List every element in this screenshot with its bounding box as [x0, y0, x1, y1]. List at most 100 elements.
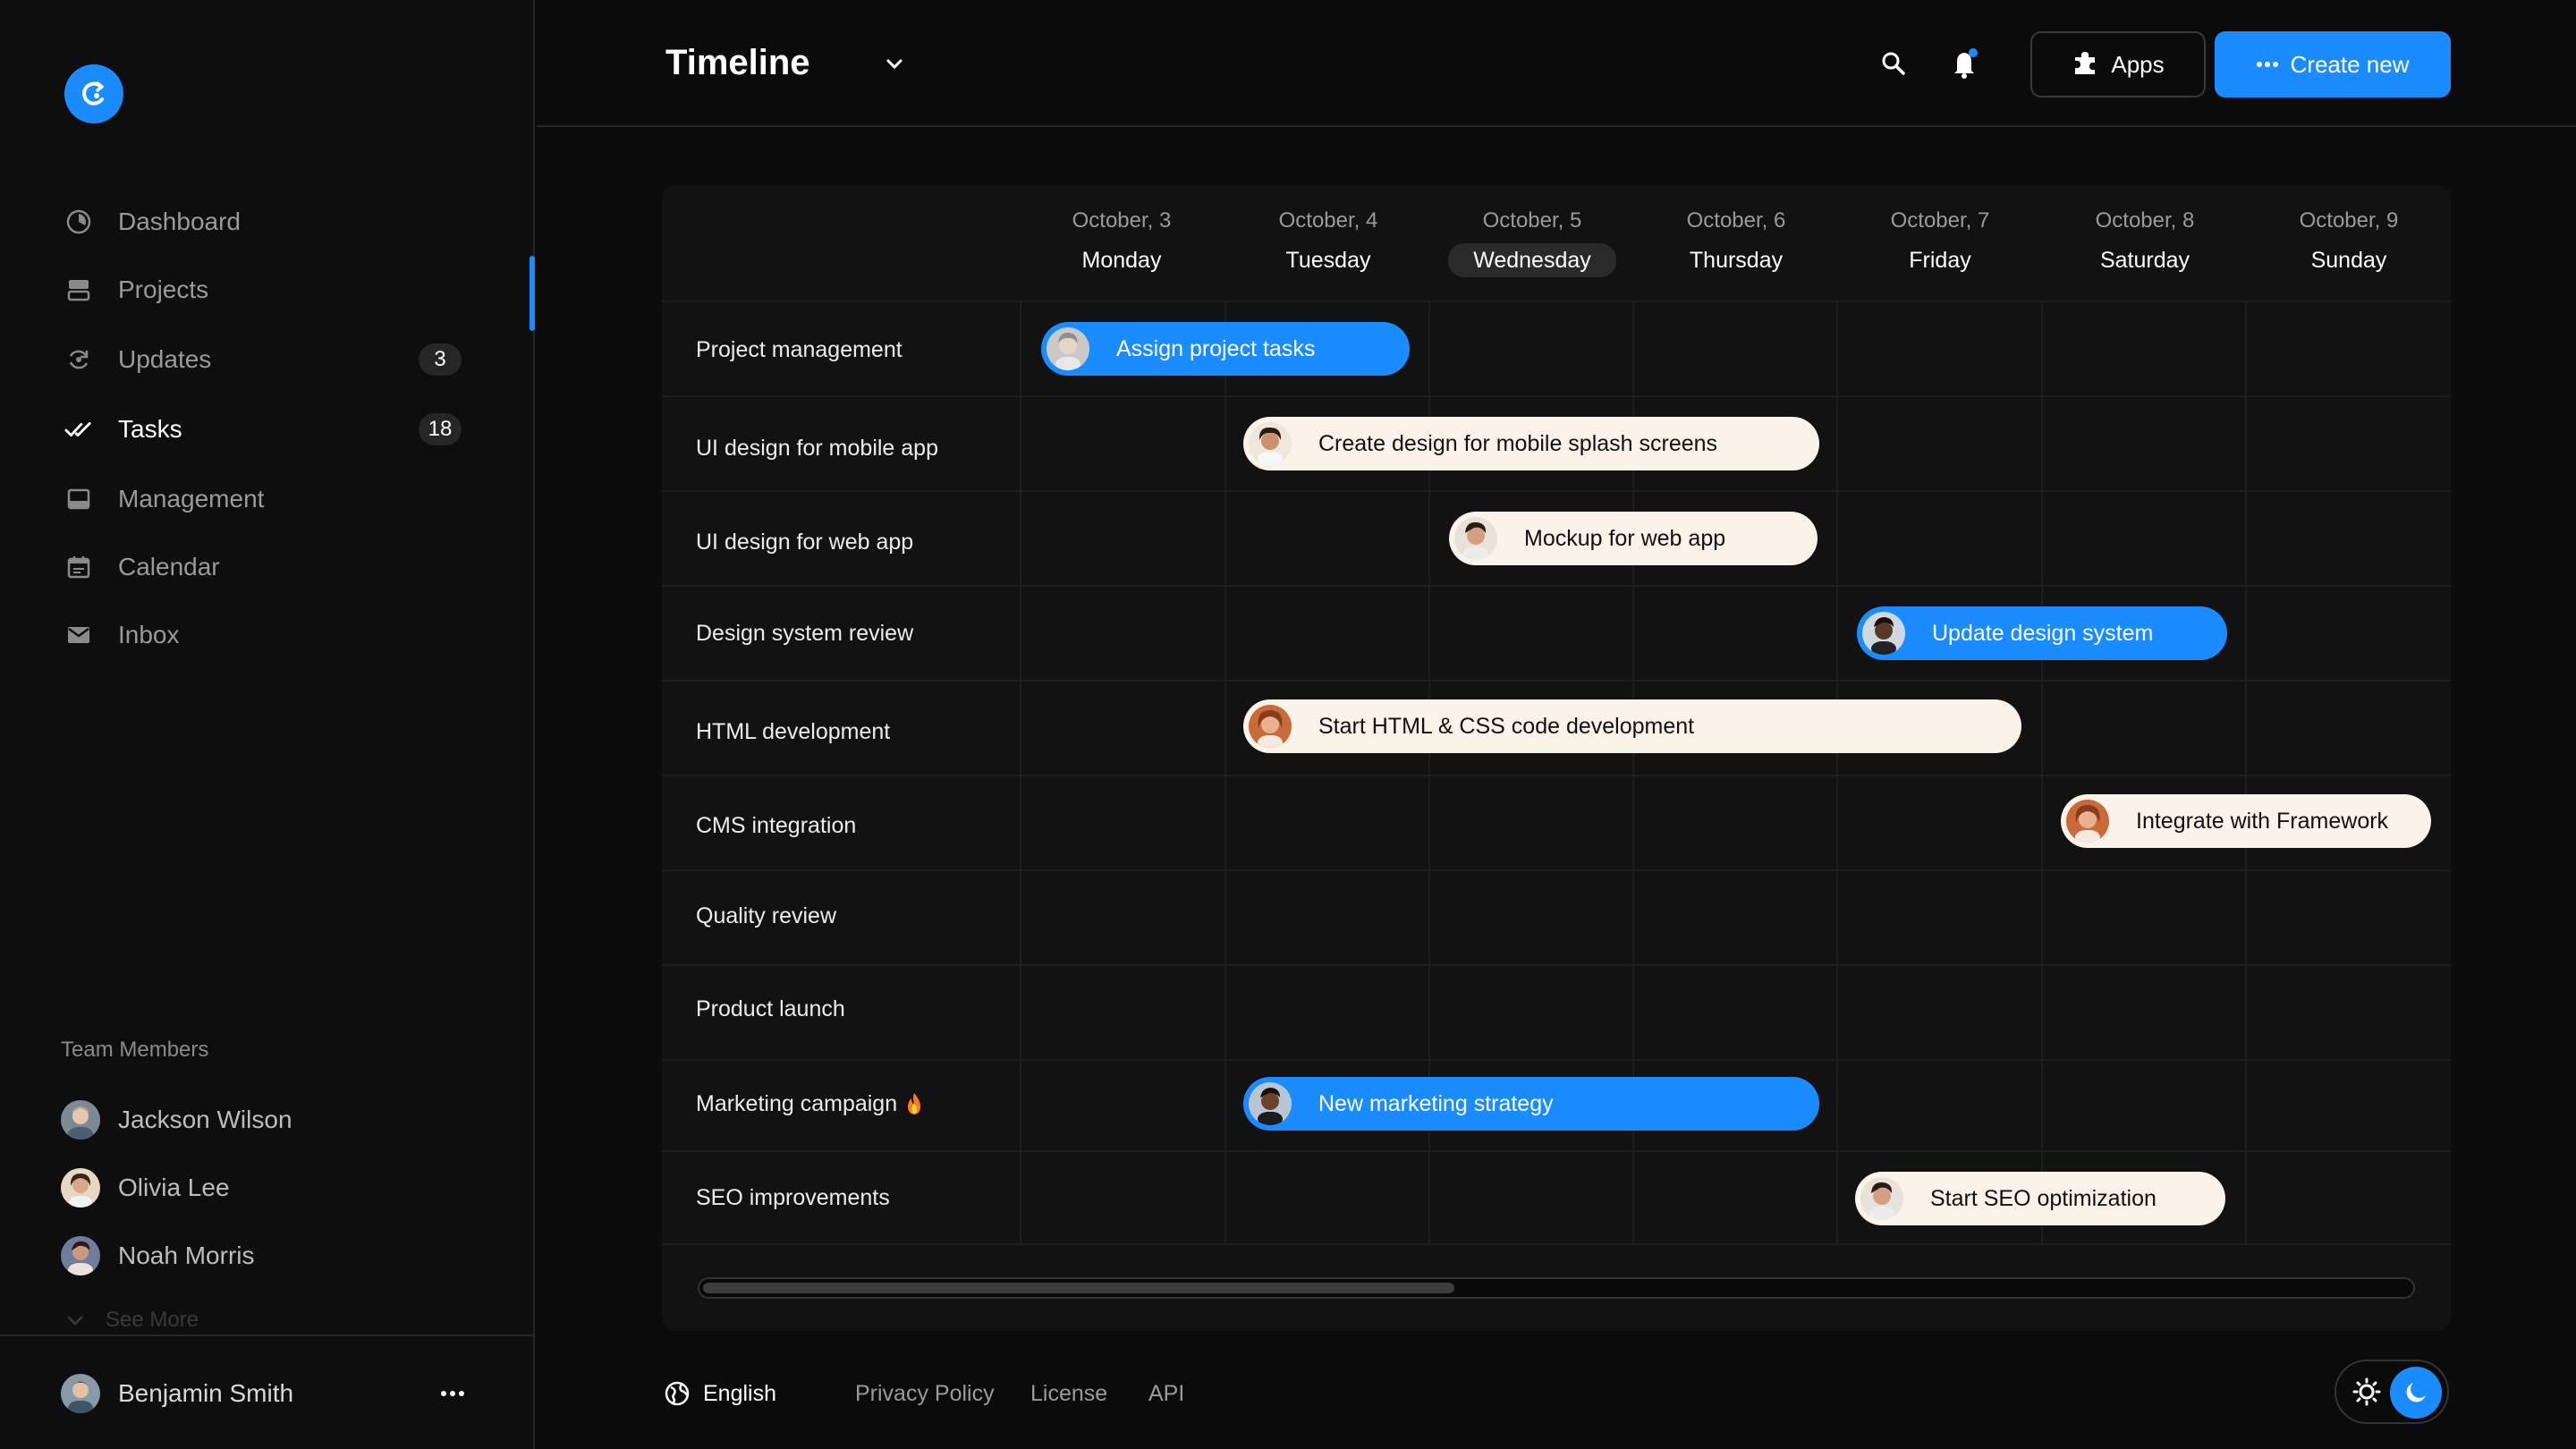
sidebar-item-dashboard[interactable]: Dashboard [64, 197, 476, 247]
puzzle-icon [2072, 49, 2098, 80]
current-user-bar: Benjamin Smith [0, 1335, 535, 1449]
day-header: October, 3 Monday [1020, 206, 1224, 277]
avatar [1860, 1177, 1903, 1220]
grid-line [662, 490, 2451, 492]
day-name: Tuesday [1285, 248, 1371, 273]
language-selector[interactable]: English [664, 1377, 776, 1410]
theme-toggle[interactable] [2334, 1360, 2449, 1424]
day-date: October, 7 [1890, 208, 1990, 233]
management-icon [64, 485, 93, 513]
task-title: Update design system [1932, 620, 2154, 646]
license-link[interactable]: License [1030, 1377, 1107, 1410]
task-integrate-framework[interactable]: Integrate with Framework [2061, 794, 2431, 848]
search-icon[interactable] [1875, 45, 1912, 82]
timeline-panel: October, 3 Monday October, 4 Tuesday Oct… [662, 184, 2451, 1331]
avatar [1249, 1082, 1292, 1125]
avatar [1454, 517, 1497, 560]
day-header: October, 4 Tuesday [1226, 206, 1430, 277]
current-user-name: Benjamin Smith [118, 1379, 294, 1407]
team-member-jackson-wilson[interactable]: Jackson Wilson [61, 1098, 292, 1141]
avatar [1249, 705, 1292, 748]
task-title: Assign project tasks [1116, 335, 1316, 361]
apps-button[interactable]: Apps [2030, 31, 2206, 97]
sidebar-item-label: Updates [118, 345, 212, 373]
task-title: Create design for mobile splash screens [1318, 430, 1718, 456]
sidebar-item-projects[interactable]: Projects [64, 265, 476, 315]
row-label-cms-integration: CMS integration [696, 813, 857, 838]
sidebar-item-calendar[interactable]: Calendar [64, 542, 476, 592]
task-title: Integrate with Framework [2136, 808, 2389, 834]
chevron-down-icon[interactable] [877, 47, 912, 82]
sidebar-item-label: Dashboard [118, 208, 241, 235]
day-name: Sunday [2310, 248, 2387, 273]
updates-icon [64, 345, 93, 374]
grid-line [662, 775, 2451, 776]
avatar [1046, 327, 1089, 370]
notification-bell-icon[interactable] [1946, 45, 1984, 82]
create-new-label: Create new [2290, 50, 2410, 78]
grid-line [662, 395, 2451, 397]
create-new-button[interactable]: Create new [2215, 31, 2451, 97]
team-members-heading: Team Members [61, 1038, 209, 1062]
task-new-marketing-strategy[interactable]: New marketing strategy [1243, 1077, 1819, 1131]
sidebar-item-management[interactable]: Management [64, 474, 476, 524]
team-member-name: Jackson Wilson [118, 1106, 292, 1133]
grid-line [662, 585, 2451, 587]
day-header: October, 8 Saturday [2043, 206, 2247, 277]
day-header: October, 6 Thursday [1634, 206, 1838, 277]
api-link[interactable]: API [1148, 1377, 1184, 1410]
moon-icon[interactable] [2390, 1367, 2442, 1419]
sidebar-item-label: Tasks [118, 415, 182, 443]
top-header: Timeline Apps Create new [537, 0, 2576, 127]
task-start-html-css[interactable]: Start HTML & CSS code development [1243, 699, 2021, 753]
team-member-noah-morris[interactable]: Noah Morris [61, 1234, 254, 1277]
sidebar-item-inbox[interactable]: Inbox [64, 610, 476, 660]
sidebar-item-updates[interactable]: Updates 3 [64, 335, 476, 385]
team-member-olivia-lee[interactable]: Olivia Lee [61, 1166, 230, 1209]
day-header-today: October, 5 Wednesday [1430, 206, 1634, 277]
avatar [61, 1374, 100, 1413]
day-name: Thursday [1689, 248, 1784, 273]
day-date: October, 4 [1278, 208, 1378, 233]
see-more-link[interactable]: See More [64, 1308, 199, 1333]
sidebar-item-label: Inbox [118, 621, 180, 648]
row-label-design-system-review: Design system review [696, 621, 914, 646]
task-title: Mockup for web app [1524, 525, 1726, 551]
avatar [61, 1236, 100, 1275]
sidebar-item-label: Management [118, 485, 265, 513]
see-more-label: See More [106, 1308, 199, 1332]
app-logo-icon[interactable] [64, 64, 123, 123]
calendar-icon [64, 553, 93, 581]
page-title: Timeline [665, 43, 810, 82]
task-title: Start HTML & CSS code development [1318, 713, 1695, 739]
grid-line [662, 1059, 2451, 1061]
current-user[interactable]: Benjamin Smith [61, 1372, 293, 1415]
row-label-product-launch: Product launch [696, 996, 845, 1021]
grid-line [662, 869, 2451, 871]
tasks-icon [64, 415, 93, 444]
row-label-marketing-campaign: Marketing campaign [696, 1086, 924, 1122]
globe-icon [665, 1381, 690, 1406]
task-mockup-web-app[interactable]: Mockup for web app [1449, 512, 1818, 565]
sidebar-item-tasks[interactable]: Tasks 18 [64, 404, 476, 454]
horizontal-scrollbar[interactable] [698, 1277, 2415, 1299]
day-date: October, 3 [1072, 208, 1172, 233]
task-create-design-mobile-splash[interactable]: Create design for mobile splash screens [1243, 417, 1819, 470]
scrollbar-thumb[interactable] [703, 1283, 1454, 1293]
privacy-policy-link[interactable]: Privacy Policy [855, 1377, 995, 1410]
more-options-icon[interactable] [436, 1377, 469, 1410]
avatar [2066, 800, 2109, 843]
fire-icon [908, 1093, 921, 1114]
grid-line [1020, 301, 1021, 1245]
row-label-ui-design-mobile: UI design for mobile app [696, 436, 938, 461]
task-assign-project-tasks[interactable]: Assign project tasks [1041, 322, 1410, 376]
avatar [1862, 612, 1905, 655]
task-update-design-system[interactable]: Update design system [1857, 606, 2227, 660]
task-start-seo-optimization[interactable]: Start SEO optimization [1855, 1172, 2225, 1225]
sun-icon[interactable] [2351, 1376, 2383, 1408]
row-label-text: Marketing campaign [696, 1091, 898, 1116]
day-date: October, 6 [1686, 208, 1786, 233]
apps-button-label: Apps [2111, 50, 2165, 78]
tasks-count-badge: 18 [419, 413, 462, 445]
chevron-down-icon [67, 1316, 83, 1326]
